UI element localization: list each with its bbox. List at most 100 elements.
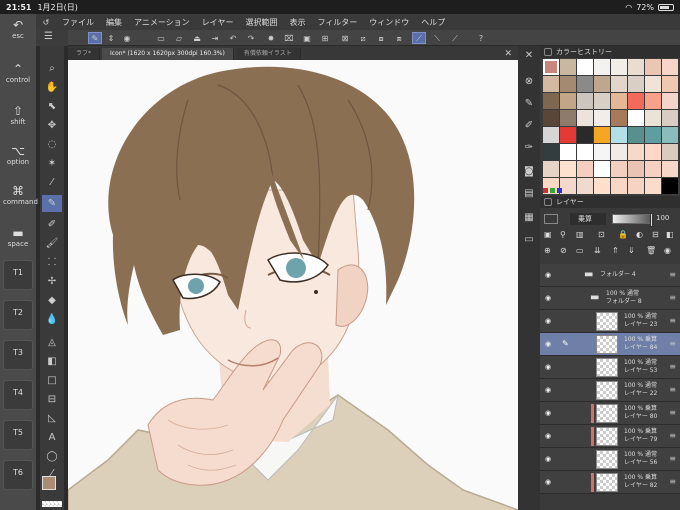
color-swatch[interactable] — [662, 110, 678, 126]
color-swatch[interactable] — [543, 59, 559, 75]
layer-row[interactable]: ◉ ✎ 100 % 乗算 レイヤー 84 ≡ — [540, 333, 680, 356]
color-swatch[interactable] — [645, 161, 661, 177]
layer-color-icon[interactable] — [544, 214, 558, 224]
visibility-eye-icon[interactable]: ◉ — [545, 340, 551, 348]
color-swatch[interactable] — [645, 144, 661, 160]
t2-key[interactable]: T2 — [3, 300, 33, 330]
color-swatch[interactable] — [577, 127, 593, 143]
visibility-eye-icon[interactable]: ◉ — [545, 409, 551, 417]
shift-key[interactable]: ⇧ shift — [3, 104, 33, 126]
color-swatch[interactable] — [628, 144, 644, 160]
deselect-icon[interactable]: ⊠ — [338, 32, 352, 44]
color-swatch[interactable] — [577, 144, 593, 160]
color-swatch[interactable] — [543, 144, 559, 160]
layer-row[interactable]: ◉ 100 % 乗算 レイヤー 79 ≡ — [540, 425, 680, 448]
object-tool-icon[interactable]: ⬉ — [42, 98, 62, 115]
color-swatch[interactable] — [645, 76, 661, 92]
snap-special-ruler-icon[interactable]: ⟍ — [430, 32, 444, 44]
color-swatch[interactable] — [662, 93, 678, 109]
color-swatch[interactable] — [560, 110, 576, 126]
zoom-tool-icon[interactable]: ⌕ — [42, 60, 62, 77]
move-up-icon[interactable]: ⇑ — [612, 246, 619, 255]
color-swatch[interactable] — [594, 110, 610, 126]
layer-row[interactable]: ◉ 100 % 乗算 レイヤー 82 ≡ — [540, 471, 680, 494]
pen-settings-button[interactable]: ✎ — [88, 32, 102, 44]
color-swatch[interactable] — [543, 110, 559, 126]
layer-handle-icon[interactable]: ≡ — [669, 431, 676, 440]
color-swatch[interactable] — [611, 76, 627, 92]
move-down-icon[interactable]: ⇓ — [628, 246, 635, 255]
menu-edit[interactable]: 編集 — [100, 17, 128, 28]
folder-icon[interactable]: ▬ — [590, 292, 599, 303]
decoration-tool-icon[interactable]: ✢ — [42, 273, 62, 290]
t4-key[interactable]: T4 — [3, 380, 33, 410]
space-key[interactable]: ▬ space — [3, 226, 33, 248]
close-icon[interactable]: ✕ — [504, 48, 512, 60]
folder-icon[interactable]: ▬ — [584, 269, 593, 280]
camera-icon[interactable]: ◙ — [521, 164, 537, 180]
color-swatch[interactable] — [560, 127, 576, 143]
color-swatch[interactable] — [543, 93, 559, 109]
color-swatch[interactable] — [560, 161, 576, 177]
layer-handle-icon[interactable]: ≡ — [669, 408, 676, 417]
navigator-icon[interactable]: ⊗ — [521, 74, 537, 90]
color-swatch[interactable] — [611, 110, 627, 126]
opacity-slider-thumb[interactable] — [650, 213, 653, 227]
hamburger-menu-icon[interactable]: ☰ — [44, 31, 53, 42]
transform-icon[interactable]: ⊞ — [318, 32, 332, 44]
tab-commission[interactable]: 有償依頼イラスト — [235, 48, 301, 60]
menu-view[interactable]: 表示 — [283, 17, 311, 28]
command-key[interactable]: ⌘ command — [3, 184, 38, 206]
fill-tool-icon[interactable]: ◬ — [42, 334, 62, 351]
menu-filter[interactable]: フィルター — [311, 17, 363, 28]
main-color-swatch[interactable] — [42, 476, 56, 490]
mask-icon[interactable]: ◉ — [664, 246, 671, 255]
layer-handle-icon[interactable]: ≡ — [669, 385, 676, 394]
save-icon[interactable]: ⏏ — [190, 32, 204, 44]
brush-settings-icon[interactable]: ✎ — [521, 96, 537, 112]
color-swatch[interactable] — [560, 144, 576, 160]
color-swatch[interactable] — [577, 93, 593, 109]
fill-icon[interactable]: ▣ — [300, 32, 314, 44]
figure-tool-icon[interactable]: □ — [42, 372, 62, 389]
undo-icon[interactable]: ↶ — [226, 32, 240, 44]
color-swatch[interactable] — [611, 161, 627, 177]
visibility-eye-icon[interactable]: ◉ — [545, 363, 551, 371]
color-swatch[interactable] — [594, 127, 610, 143]
layer-handle-icon[interactable]: ≡ — [669, 270, 676, 279]
help-icon[interactable]: ? — [474, 32, 488, 44]
color-swatch[interactable] — [577, 110, 593, 126]
color-swatch[interactable] — [594, 144, 610, 160]
color-swatch[interactable] — [543, 76, 559, 92]
color-swatch[interactable] — [645, 127, 661, 143]
clip-icon[interactable]: ▣ — [544, 230, 552, 239]
color-swatch[interactable] — [594, 59, 610, 75]
layer-handle-icon[interactable]: ≡ — [669, 362, 676, 371]
invert-selection-icon[interactable]: ⧄ — [356, 32, 370, 44]
close-panel-icon[interactable]: ✕ — [521, 48, 537, 64]
color-swatch[interactable] — [577, 76, 593, 92]
layer-row[interactable]: ◉ 100 % 通常 レイヤー 53 ≡ — [540, 356, 680, 379]
snap-ruler-icon[interactable]: ⟋ — [412, 32, 426, 44]
layer-handle-icon[interactable]: ≡ — [669, 454, 676, 463]
color-swatch[interactable] — [628, 59, 644, 75]
new-folder-icon[interactable]: ▭ — [576, 246, 584, 255]
menu-animation[interactable]: アニメーション — [128, 17, 196, 28]
layer-row[interactable]: ◉ 100 % 乗算 レイヤー 80 ≡ — [540, 402, 680, 425]
visibility-eye-icon[interactable]: ◉ — [545, 317, 551, 325]
color-swatch[interactable] — [611, 59, 627, 75]
new-vector-layer-icon[interactable]: ⊘ — [560, 246, 567, 255]
layer-color-display-icon[interactable]: ◧ — [666, 230, 674, 239]
brush-tool-icon[interactable]: 🖌 — [42, 235, 62, 252]
color-swatch[interactable] — [611, 144, 627, 160]
reference-icon[interactable]: ⚲ — [560, 230, 566, 239]
menu-layer[interactable]: レイヤー — [196, 17, 240, 28]
color-swatch[interactable] — [645, 110, 661, 126]
visibility-eye-icon[interactable]: ◉ — [545, 386, 551, 394]
redo-icon[interactable]: ↷ — [244, 32, 258, 44]
lock-transparency-icon[interactable]: ⊡ — [598, 230, 605, 239]
visibility-eye-icon[interactable]: ◉ — [545, 271, 551, 279]
preview-icon[interactable]: ◉ — [120, 32, 134, 44]
color-swatch[interactable] — [594, 161, 610, 177]
color-swatch[interactable] — [543, 127, 559, 143]
